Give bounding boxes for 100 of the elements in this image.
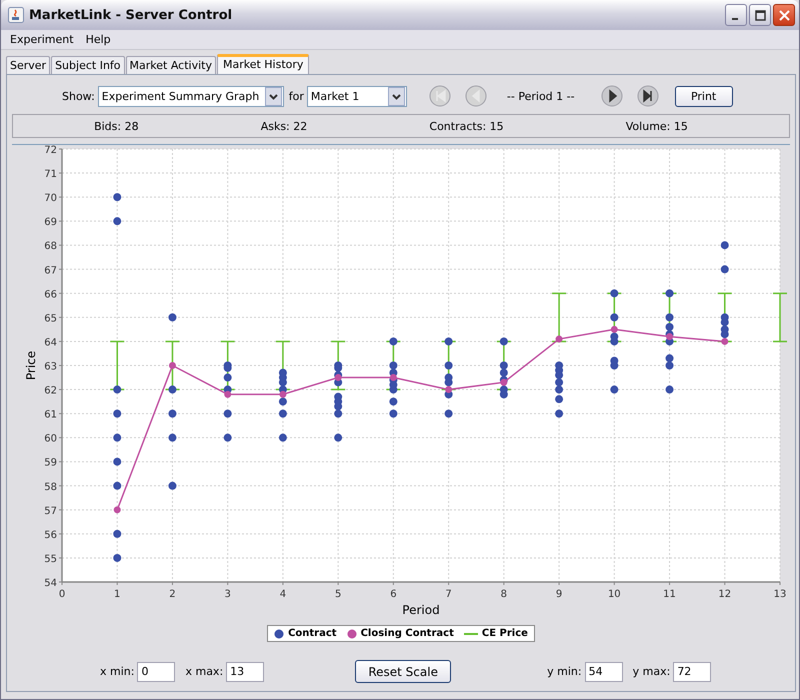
y-tick-label: 65	[44, 313, 57, 324]
y-max-field[interactable]: 72	[673, 662, 712, 682]
x-min-label: x min:	[100, 665, 134, 678]
y-tick-label: 54	[44, 578, 57, 589]
contract-point	[720, 318, 729, 326]
contract-point	[278, 378, 287, 386]
close-button[interactable]	[773, 4, 795, 26]
closing-contract-point	[666, 333, 674, 340]
contract-point	[113, 530, 122, 538]
contract-point	[168, 386, 176, 394]
y-tick-label: 63	[44, 362, 57, 372]
x-tick-label: 2	[169, 589, 176, 600]
contract-point	[555, 378, 564, 386]
x-tick-label: 8	[500, 589, 508, 600]
window-title: MarketLink - Server Control	[29, 8, 234, 22]
y-tick-label: 68	[44, 241, 57, 252]
contract-point	[500, 368, 508, 377]
y-tick-label: 56	[44, 530, 57, 541]
y-min-field[interactable]: 54	[584, 662, 623, 682]
menu-item[interactable]: Experiment	[4, 33, 80, 46]
x-tick-label: 0	[58, 589, 66, 600]
close-icon	[778, 10, 790, 20]
y-tick-label: 59	[44, 458, 57, 469]
stat-text: Asks: 22	[260, 120, 308, 132]
x-min-field[interactable]: 0	[137, 662, 176, 682]
for-label: for	[288, 90, 304, 102]
x-tick-label: 7	[445, 589, 452, 600]
closing-contract-point	[721, 338, 728, 345]
y-tick-label: 60	[44, 434, 57, 445]
x-tick-label: 13	[774, 589, 786, 600]
x-tick-label: 11	[663, 589, 676, 600]
contract-point	[224, 364, 232, 372]
y-axis-title: Price	[24, 350, 38, 380]
show-label: Show:	[62, 90, 95, 102]
contract-point	[720, 330, 729, 338]
x-tick-label: 1	[114, 589, 120, 600]
period-label: -- Period 1 --	[506, 90, 575, 102]
last-nav-icon[interactable]	[636, 85, 659, 107]
contract-point	[666, 386, 674, 394]
contract-point	[610, 337, 618, 346]
y-tick-label: 70	[44, 193, 57, 204]
x-tick-label: 12	[718, 589, 732, 600]
y-max-label: y max:	[632, 665, 670, 678]
next-nav-icon[interactable]	[600, 85, 623, 107]
market-select[interactable]: Market 1	[306, 86, 407, 106]
legend-label: Closing Contract	[360, 628, 454, 639]
contract-point	[113, 434, 122, 442]
stat-text: Contracts: 15	[429, 120, 504, 132]
contract-point	[278, 410, 287, 418]
closing-contract-point	[334, 374, 342, 382]
contract-point	[168, 482, 176, 490]
legend-label: Contract	[288, 628, 337, 639]
y-tick-label: 58	[44, 482, 57, 493]
x-tick-label: 9	[556, 589, 562, 600]
y-tick-label: 72	[44, 145, 57, 156]
contract-point	[278, 434, 287, 442]
x-axis-title: Period	[402, 603, 440, 615]
closing-contract-point	[500, 378, 508, 386]
y-tick-label: 64	[44, 337, 57, 348]
contract-point	[444, 410, 453, 418]
maximize-button[interactable]	[749, 4, 771, 26]
contract-point	[113, 482, 122, 490]
cup-icon	[8, 7, 24, 23]
print-button[interactable]: Print	[674, 86, 733, 106]
contract-point	[224, 410, 232, 418]
y-tick-label: 71	[44, 169, 57, 180]
contract-point	[444, 362, 453, 370]
x-max-field[interactable]: 13	[226, 662, 264, 682]
contract-point	[334, 402, 342, 410]
contract-point	[720, 265, 729, 274]
reset-scale-button[interactable]: Reset Scale	[355, 660, 452, 683]
graph-select[interactable]: Experiment Summary Graph	[98, 86, 284, 106]
tab[interactable]: Subject Info	[51, 56, 125, 74]
y-min-label: y min:	[547, 665, 582, 678]
contract-point	[278, 398, 287, 406]
contract-point	[444, 337, 453, 346]
y-tick-label: 55	[44, 554, 57, 565]
closing-contract-point	[610, 326, 618, 333]
tab[interactable]: Market History	[216, 54, 310, 74]
minimize-button[interactable]	[725, 4, 747, 26]
contract-point	[168, 410, 176, 418]
contract-point	[666, 289, 674, 298]
menu-item[interactable]: Help	[80, 33, 117, 46]
contract-point	[389, 337, 398, 346]
tab[interactable]: Market Activity	[126, 56, 216, 74]
contract-point	[610, 289, 618, 298]
contract-point	[168, 434, 176, 442]
contract-point	[389, 398, 398, 406]
contract-point	[610, 386, 618, 394]
closing-contract-point	[168, 362, 176, 369]
closing-contract-point	[445, 386, 452, 394]
contract-point	[113, 193, 122, 202]
tab[interactable]: Server	[6, 56, 50, 74]
contract-point	[389, 386, 398, 394]
contract-point	[334, 434, 342, 442]
x-tick-label: 5	[334, 589, 342, 600]
contract-point	[500, 390, 508, 398]
contract-point	[113, 410, 122, 418]
maximize-icon	[754, 10, 766, 20]
contract-point	[113, 458, 122, 466]
